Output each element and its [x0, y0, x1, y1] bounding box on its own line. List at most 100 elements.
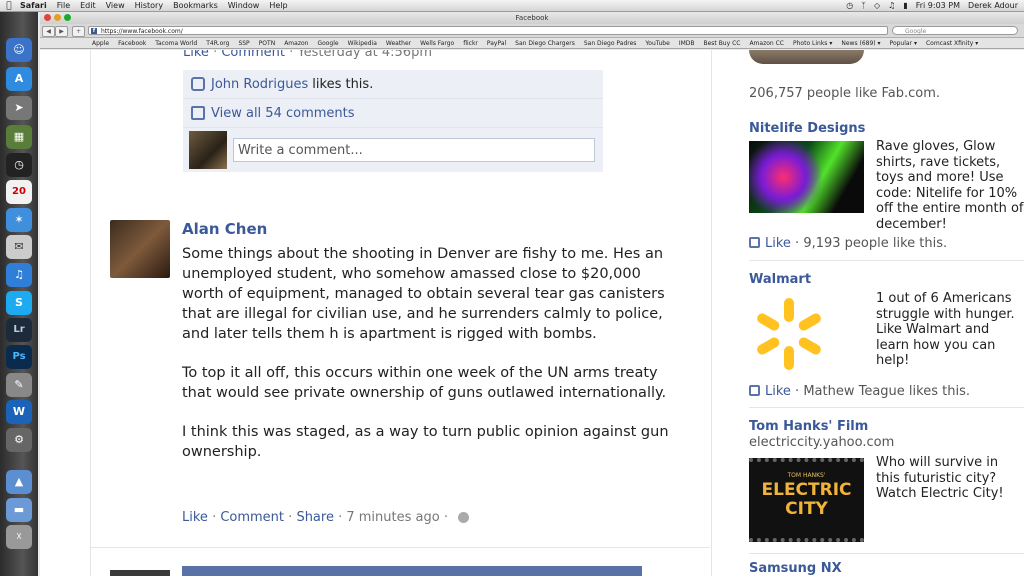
- battery-icon[interactable]: ▮: [903, 0, 907, 11]
- user-name[interactable]: Derek Adour: [968, 0, 1018, 11]
- bookmark-item[interactable]: Comcast Xfinity ▾: [926, 38, 978, 48]
- avatar[interactable]: [189, 131, 227, 169]
- time-machine-icon[interactable]: ◷: [846, 0, 853, 11]
- menu-history[interactable]: History: [135, 0, 163, 11]
- ad-like-link[interactable]: Like: [765, 236, 791, 251]
- next-post-name[interactable]: [182, 566, 642, 576]
- avatar[interactable]: [110, 570, 170, 576]
- trash-icon[interactable]: ☓: [6, 525, 32, 549]
- menu-file[interactable]: File: [57, 0, 70, 11]
- menu-app[interactable]: Safari: [20, 0, 47, 11]
- like-link[interactable]: Like: [182, 510, 208, 525]
- clock-icon[interactable]: ◷: [6, 153, 32, 177]
- bookmark-item[interactable]: SSP: [238, 38, 249, 48]
- bookmark-item[interactable]: YouTube: [645, 38, 669, 48]
- view-all-comments-link[interactable]: View all 54 comments: [211, 106, 355, 121]
- bookmark-item[interactable]: Best Buy CC: [704, 38, 741, 48]
- post-timestamp[interactable]: Yesterday at 4:56pm: [297, 50, 432, 60]
- ad-image[interactable]: [749, 141, 864, 213]
- menu-bookmarks[interactable]: Bookmarks: [173, 0, 218, 11]
- avatar[interactable]: [110, 220, 170, 278]
- poster-small-text: TOM HANKS': [787, 472, 826, 479]
- system-preferences-icon[interactable]: ⚙: [6, 428, 32, 452]
- facebook-page: Like · Comment · Yesterday at 4:56pm Joh…: [40, 50, 1024, 576]
- like-link[interactable]: Like: [183, 50, 209, 60]
- bookmark-item[interactable]: Google: [317, 38, 338, 48]
- calendar-icon[interactable]: 20: [6, 180, 32, 204]
- comment-link[interactable]: Comment: [221, 50, 285, 60]
- bookmark-item[interactable]: Photo Links ▾: [793, 38, 832, 48]
- ad-social-context: 206,757 people like Fab.com.: [749, 86, 941, 101]
- bookmark-item[interactable]: flickr: [463, 38, 478, 48]
- volume-icon[interactable]: ♫: [888, 0, 895, 11]
- lightroom-icon[interactable]: Lr: [6, 318, 32, 342]
- back-button[interactable]: ◀: [42, 26, 55, 37]
- window-controls: [44, 14, 71, 21]
- minimize-icon[interactable]: [54, 14, 61, 21]
- bookmark-item[interactable]: News (689) ▾: [841, 38, 880, 48]
- mail-icon[interactable]: ✉: [6, 235, 32, 259]
- ad-like-link[interactable]: Like: [765, 384, 791, 399]
- bookmark-item[interactable]: Tacoma World: [155, 38, 197, 48]
- applications-folder-icon[interactable]: ▲: [6, 470, 32, 494]
- menu-edit[interactable]: Edit: [80, 0, 96, 11]
- zoom-icon[interactable]: [64, 14, 71, 21]
- bookmark-item[interactable]: Popular ▾: [890, 38, 917, 48]
- bookmark-item[interactable]: Amazon CC: [749, 38, 784, 48]
- bookmark-item[interactable]: POTN: [259, 38, 276, 48]
- apple-menu-icon[interactable]: : [4, 1, 14, 11]
- ad-text: Rave gloves, Glow shirts, rave tickets, …: [876, 139, 1024, 232]
- bookmark-item[interactable]: Weather: [386, 38, 411, 48]
- view-comments-row[interactable]: View all 54 comments: [183, 99, 603, 128]
- bookmark-item[interactable]: San Diego Chargers: [515, 38, 575, 48]
- post-author[interactable]: Alan Chen: [182, 220, 267, 238]
- post-timestamp[interactable]: 7 minutes ago: [346, 510, 439, 525]
- forward-button[interactable]: ▶: [55, 26, 68, 37]
- search-field[interactable]: Google: [892, 26, 1018, 35]
- share-link[interactable]: Share: [296, 510, 334, 525]
- bookmark-item[interactable]: T4R.org: [206, 38, 229, 48]
- window-title: Facebook: [515, 14, 549, 22]
- ad-image[interactable]: [749, 50, 864, 64]
- menu-view[interactable]: View: [106, 0, 125, 11]
- app-store-icon[interactable]: A: [6, 67, 32, 91]
- ad-title[interactable]: Tom Hanks' Film: [749, 419, 868, 434]
- menu-help[interactable]: Help: [269, 0, 287, 11]
- comment-input[interactable]: Write a comment...: [233, 138, 595, 162]
- bookmark-item[interactable]: Apple: [92, 38, 109, 48]
- launchpad-icon[interactable]: ➤: [6, 96, 32, 120]
- wifi-icon[interactable]: ◇: [874, 0, 880, 11]
- menu-window[interactable]: Window: [228, 0, 260, 11]
- ad-text: 1 out of 6 Americans struggle with hunge…: [876, 291, 1015, 368]
- bookmark-item[interactable]: Wells Fargo: [420, 38, 454, 48]
- add-bookmark-button[interactable]: +: [72, 26, 85, 37]
- ad-domain[interactable]: electriccity.yahoo.com: [749, 435, 894, 450]
- skype-icon[interactable]: S: [6, 291, 32, 315]
- finder-icon[interactable]: ☺: [6, 38, 32, 62]
- documents-folder-icon[interactable]: ▬: [6, 498, 32, 522]
- address-bar[interactable]: f https://www.facebook.com/: [88, 26, 888, 35]
- close-icon[interactable]: [44, 14, 51, 21]
- clock[interactable]: Fri 9:03 PM: [916, 0, 960, 11]
- itunes-icon[interactable]: ♫: [6, 263, 32, 287]
- bluetooth-icon[interactable]: ᛉ: [861, 0, 866, 11]
- dashboard-icon[interactable]: ▦: [6, 125, 32, 149]
- comment-link[interactable]: Comment: [220, 510, 284, 525]
- photoshop-icon[interactable]: Ps: [6, 345, 32, 369]
- preview-icon[interactable]: ✎: [6, 373, 32, 397]
- bookmark-item[interactable]: IMDB: [679, 38, 695, 48]
- bookmark-item[interactable]: PayPal: [487, 38, 506, 48]
- ad-title[interactable]: Walmart: [749, 272, 811, 287]
- liker-name[interactable]: John Rodrigues: [211, 77, 308, 92]
- word-icon[interactable]: W: [6, 400, 32, 424]
- ad-image[interactable]: [749, 294, 864, 374]
- ad-title[interactable]: Nitelife Designs: [749, 121, 865, 136]
- bookmark-item[interactable]: Amazon: [284, 38, 308, 48]
- ad-image[interactable]: TOM HANKS' ELECTRIC CITY: [749, 458, 864, 542]
- ad-title[interactable]: Samsung NX: [749, 561, 842, 576]
- bookmark-item[interactable]: Facebook: [118, 38, 146, 48]
- comment-bubble-icon: [191, 106, 205, 120]
- bookmark-item[interactable]: San Diego Padres: [584, 38, 637, 48]
- safari-icon[interactable]: ✶: [6, 208, 32, 232]
- bookmark-item[interactable]: Wikipedia: [348, 38, 377, 48]
